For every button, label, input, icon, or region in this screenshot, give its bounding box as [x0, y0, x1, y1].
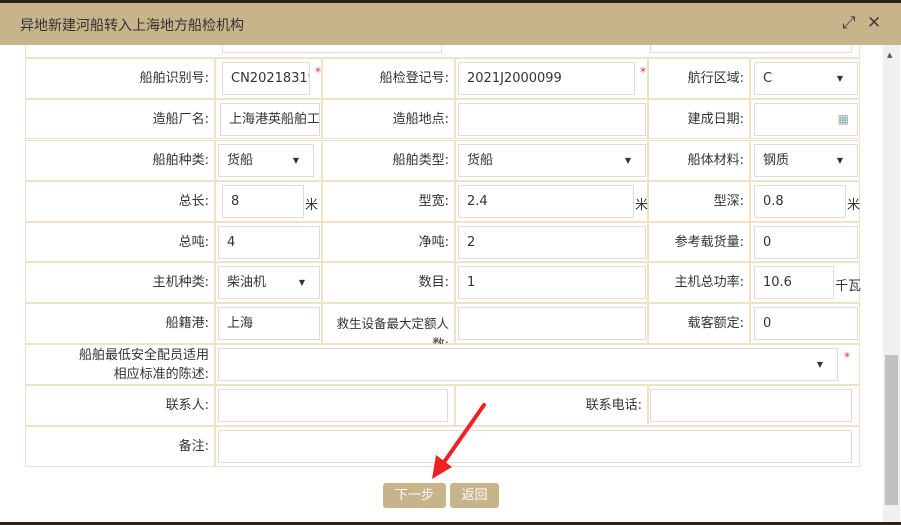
annotation-arrow: [432, 403, 486, 479]
dialog: 异地新建河船转入上海地方船检机构 ⤢ ✕ 船舶识别号: CN20218319 船检登…: [0, 3, 901, 522]
